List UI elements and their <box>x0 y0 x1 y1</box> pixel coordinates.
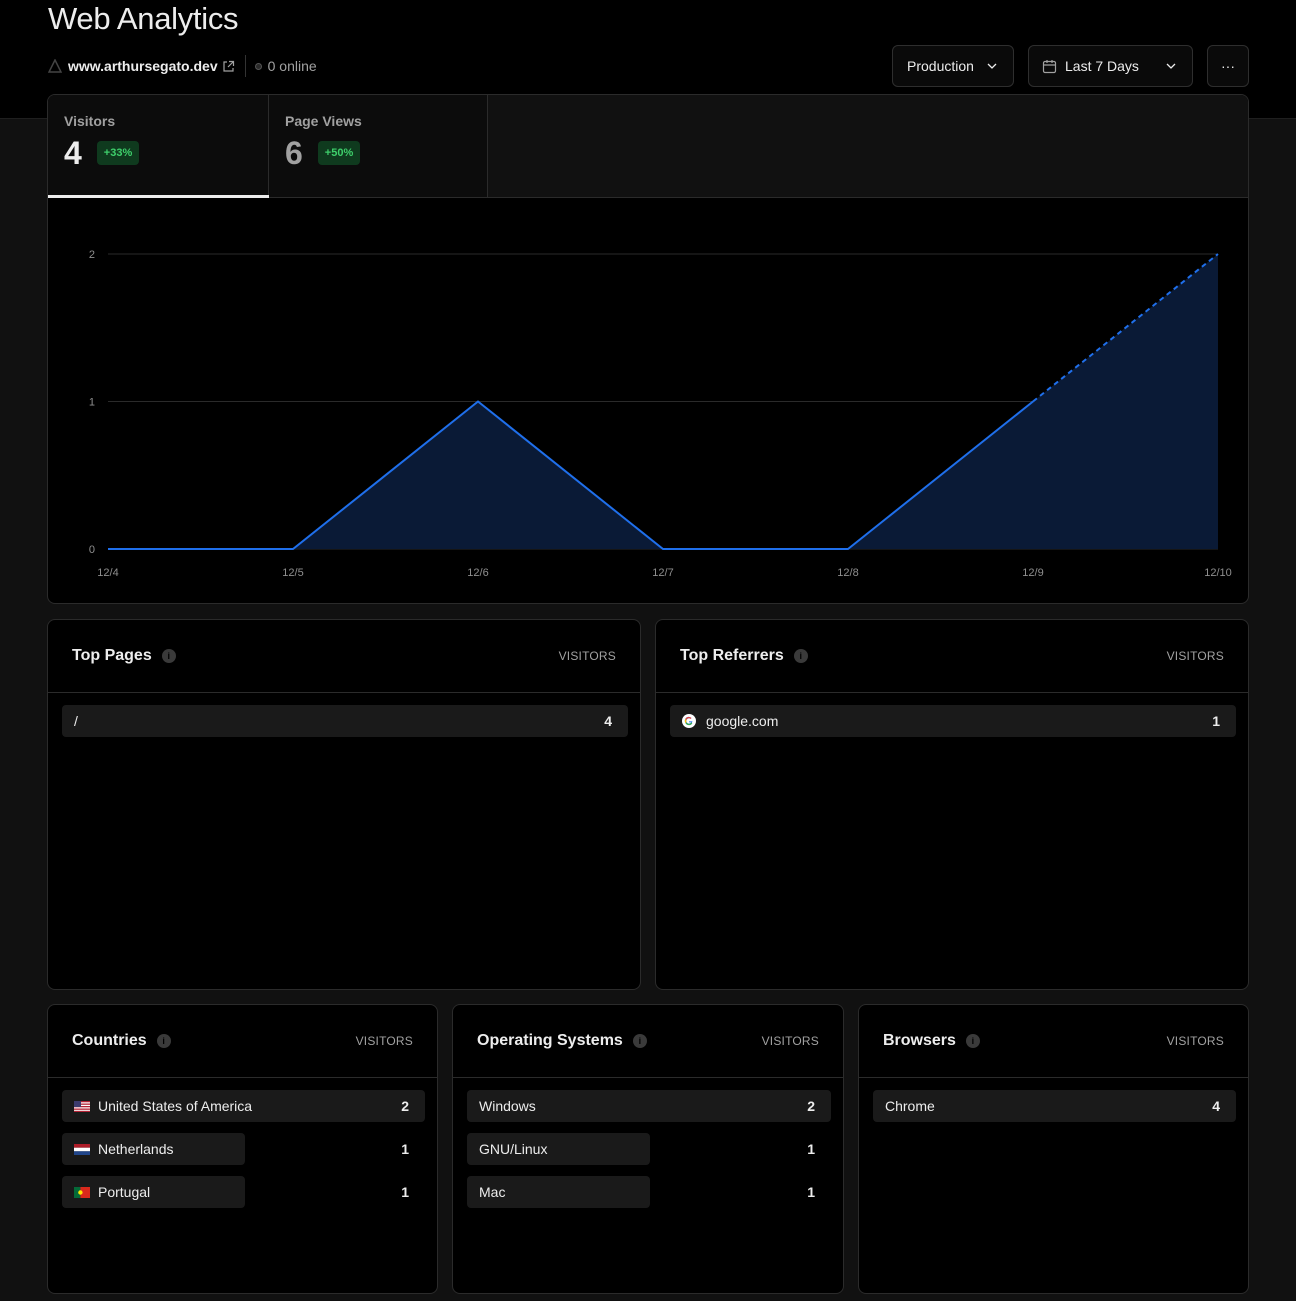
site-info: www.arthursegato.dev 0 online <box>48 55 317 77</box>
analytics-chart-card: Visitors 4 +33% Page Views 6 +50% 0 1 2 12/… <box>47 94 1249 604</box>
row-bar <box>62 705 628 737</box>
x-tick-label: 12/8 <box>837 567 858 579</box>
x-tick-label: 12/9 <box>1022 567 1043 579</box>
row-label: GNU/Linux <box>479 1141 548 1157</box>
divider <box>244 55 246 77</box>
top-referrers-column-header: VISITORS <box>1166 649 1224 663</box>
operating-systems-column-header: VISITORS <box>761 1034 819 1048</box>
row-label: Mac <box>479 1184 506 1200</box>
tab-page-views[interactable]: Page Views 6 +50% <box>269 95 488 197</box>
list-item[interactable]: Chrome 4 <box>873 1090 1236 1122</box>
info-icon[interactable]: i <box>156 1034 171 1048</box>
top-pages-column-header: VISITORS <box>558 649 616 663</box>
list-item[interactable]: GNU/Linux 1 <box>467 1133 829 1165</box>
row-label: / <box>74 713 78 729</box>
row-count: 2 <box>401 1098 409 1114</box>
row-label: Chrome <box>885 1098 935 1114</box>
tab-visitors[interactable]: Visitors 4 +33% <box>48 95 269 198</box>
more-options-button[interactable]: ··· <box>1207 45 1249 87</box>
row-count: 1 <box>807 1141 815 1157</box>
page-title: Web Analytics <box>48 1 239 36</box>
countries-title: Countries i <box>72 1032 171 1050</box>
list-item[interactable]: Netherlands 1 <box>62 1133 423 1165</box>
visitors-change-badge: +33% <box>96 141 140 165</box>
operating-systems-panel: Operating Systems i VISITORS Windows 2 G… <box>452 1004 844 1294</box>
ellipsis-icon: ··· <box>1221 58 1235 74</box>
row-count: 1 <box>401 1141 409 1157</box>
list-item[interactable]: Windows 2 <box>467 1090 831 1122</box>
online-count: 0 online <box>267 58 317 74</box>
us-flag-icon <box>74 1100 90 1112</box>
stats-tabs: Visitors 4 +33% Page Views 6 +50% <box>48 95 1248 198</box>
top-pages-title-text: Top Pages <box>72 647 152 664</box>
row-count: 2 <box>807 1098 815 1114</box>
nl-flag-icon <box>74 1143 90 1155</box>
browsers-title: Browsers i <box>883 1032 980 1050</box>
row-count: 1 <box>807 1184 815 1200</box>
x-tick-label: 12/7 <box>652 567 673 579</box>
external-link-icon[interactable] <box>222 60 235 73</box>
browsers-column-header: VISITORS <box>1166 1034 1224 1048</box>
page-views-change-badge: +50% <box>317 141 361 165</box>
row-count: 4 <box>604 713 612 729</box>
online-status-dot <box>254 62 262 70</box>
visitors-label: Visitors <box>64 113 116 129</box>
operating-systems-title-text: Operating Systems <box>477 1032 623 1049</box>
date-range-label: Last 7 Days <box>1065 58 1139 74</box>
row-label: google.com <box>706 713 779 729</box>
top-referrers-panel: Top Referrers i VISITORS google.com 1 <box>655 619 1249 990</box>
y-tick-label: 1 <box>89 397 95 409</box>
visitors-line-chart: 0 1 2 12/4 12/5 12/6 12/7 12/8 12/9 12/10 <box>89 249 1232 579</box>
row-label: Netherlands <box>98 1141 174 1157</box>
x-tick-label: 12/4 <box>97 567 118 579</box>
row-label: Portugal <box>98 1184 151 1200</box>
countries-panel: Countries i VISITORS United States of Am… <box>47 1004 438 1294</box>
google-icon <box>682 714 696 728</box>
top-pages-title: Top Pages i <box>72 647 176 665</box>
chevron-down-icon <box>1166 63 1176 69</box>
countries-title-text: Countries <box>72 1032 147 1049</box>
x-tick-label: 12/6 <box>467 567 488 579</box>
chevron-down-icon <box>987 63 997 69</box>
x-tick-label: 12/10 <box>1204 567 1232 579</box>
list-item[interactable]: Portugal 1 <box>62 1176 423 1208</box>
info-icon[interactable]: i <box>793 649 808 663</box>
operating-systems-title: Operating Systems i <box>477 1032 647 1050</box>
date-range-select[interactable]: Last 7 Days <box>1028 45 1193 87</box>
row-label: United States of America <box>98 1098 253 1114</box>
y-tick-label: 0 <box>89 544 95 556</box>
environment-label: Production <box>907 58 974 74</box>
project-logo-icon <box>48 59 62 73</box>
list-item[interactable]: / 4 <box>62 705 628 737</box>
page-views-value: 6 <box>285 135 303 171</box>
page-views-label: Page Views <box>285 113 362 129</box>
list-item[interactable]: Mac 1 <box>467 1176 829 1208</box>
x-tick-label: 12/5 <box>282 567 303 579</box>
pt-flag-icon <box>74 1186 90 1198</box>
browsers-panel: Browsers i VISITORS Chrome 4 <box>858 1004 1249 1294</box>
info-icon[interactable]: i <box>965 1034 980 1048</box>
info-icon[interactable]: i <box>161 649 176 663</box>
info-icon[interactable]: i <box>632 1034 647 1048</box>
site-domain-link[interactable]: www.arthursegato.dev <box>68 58 218 74</box>
visitors-value: 4 <box>64 135 82 171</box>
top-referrers-title-text: Top Referrers <box>680 647 784 664</box>
top-referrers-title: Top Referrers i <box>680 647 808 665</box>
row-count: 1 <box>1212 713 1220 729</box>
countries-column-header: VISITORS <box>355 1034 413 1048</box>
y-tick-label: 2 <box>89 249 95 261</box>
top-pages-panel: Top Pages i VISITORS / 4 <box>47 619 641 990</box>
row-count: 4 <box>1212 1098 1220 1114</box>
list-item[interactable]: United States of America 2 <box>62 1090 425 1122</box>
row-count: 1 <box>401 1184 409 1200</box>
calendar-icon <box>1042 59 1057 73</box>
environment-select[interactable]: Production <box>892 45 1014 87</box>
browsers-title-text: Browsers <box>883 1032 956 1049</box>
list-item[interactable]: google.com 1 <box>670 705 1236 737</box>
row-label: Windows <box>479 1098 536 1114</box>
